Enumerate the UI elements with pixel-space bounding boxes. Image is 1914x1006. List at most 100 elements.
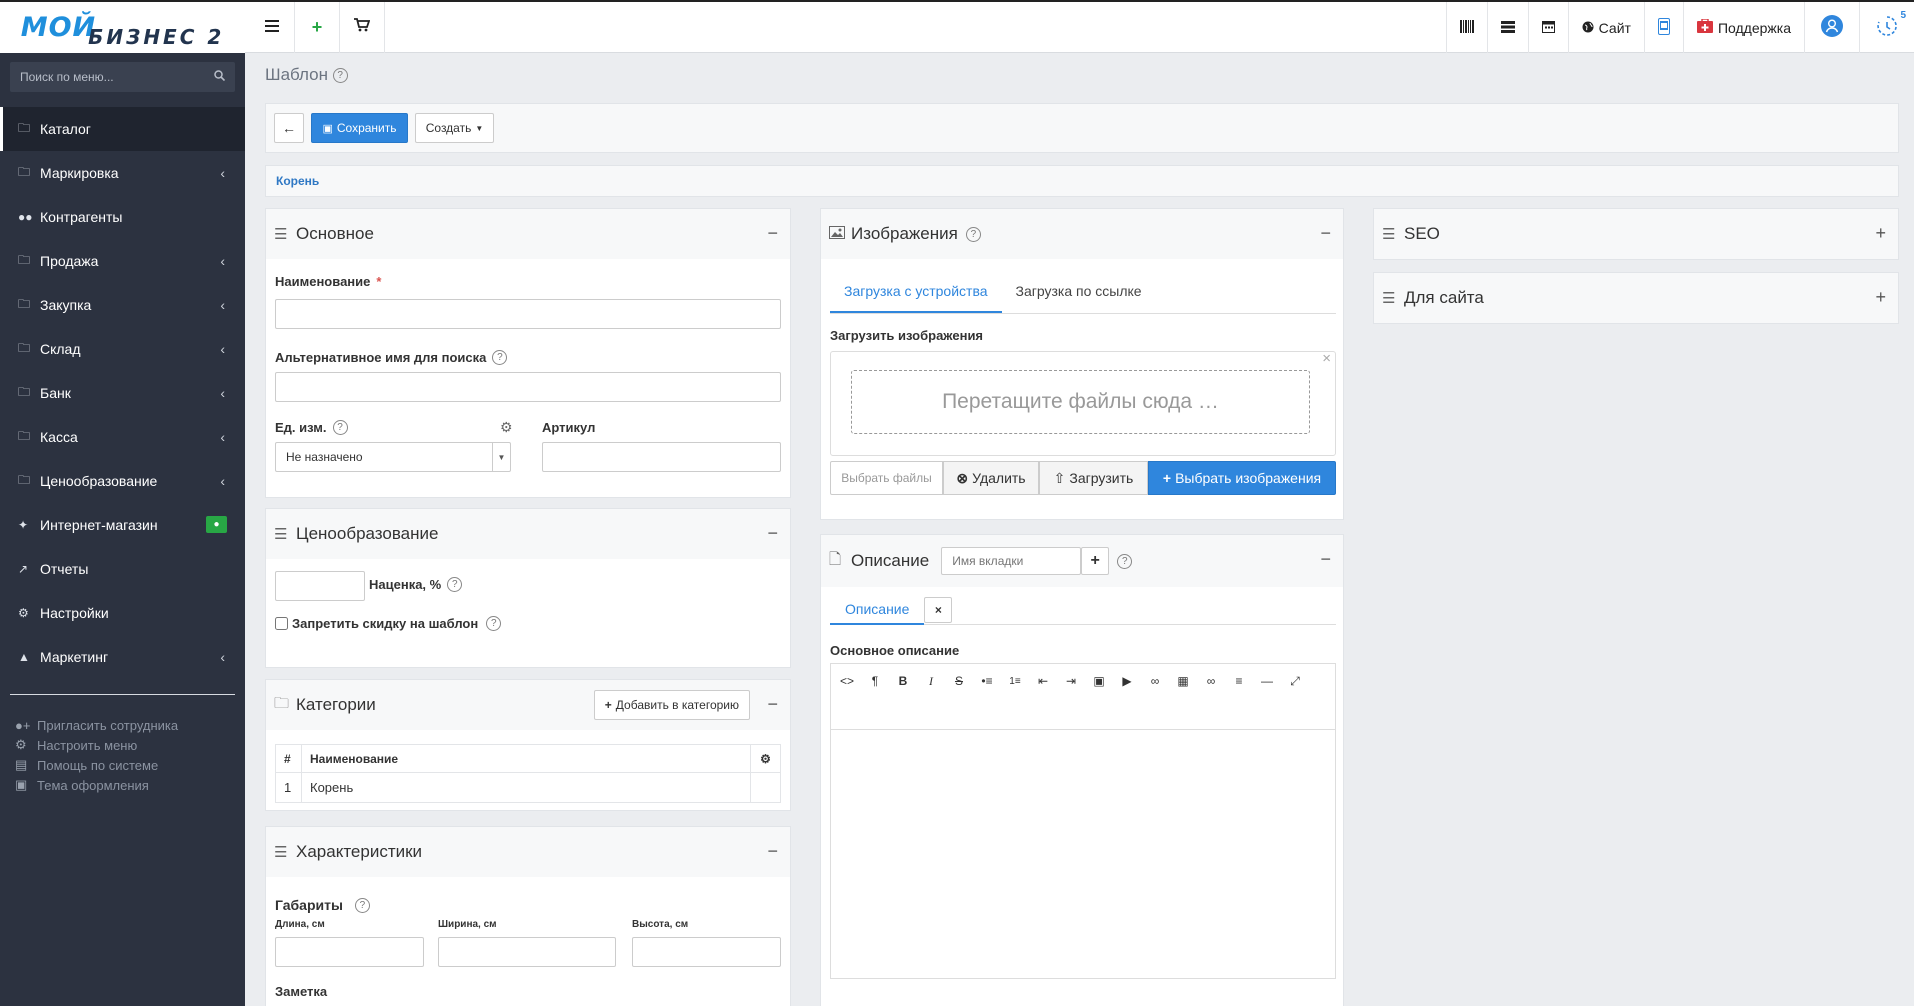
chevron-left-icon: ‹ [220, 297, 225, 313]
gear-icon[interactable]: ⚙ [750, 744, 781, 773]
table-icon[interactable]: ▦ [1169, 666, 1197, 696]
bold-icon[interactable]: B [889, 666, 917, 696]
forsite-panel-header[interactable]: ☰ Для сайта + [1374, 273, 1898, 323]
align-left-icon[interactable]: ≡ [1225, 666, 1253, 696]
no-discount-checkbox[interactable] [275, 617, 288, 630]
phone-button[interactable] [1643, 2, 1683, 53]
user-button[interactable] [1804, 2, 1859, 53]
collapse-icon[interactable]: − [767, 694, 778, 715]
help-icon[interactable]: ? [447, 577, 463, 592]
unordered-list-icon[interactable]: •≡ [973, 666, 1001, 696]
sidebar-item-marketing[interactable]: ▲ Маркетинг ‹ [0, 635, 245, 679]
sidebar-item-label: Отчеты [40, 561, 89, 577]
choose-files-button[interactable]: Выбрать файлы [830, 461, 943, 495]
code-view-icon[interactable]: <> [833, 666, 861, 696]
help-icon[interactable]: ? [354, 897, 370, 913]
select-images-button[interactable]: + Выбрать изображения [1148, 461, 1336, 495]
site-button[interactable]: Сайт [1567, 2, 1644, 53]
add-tab-button[interactable]: + [1081, 547, 1110, 575]
add-to-category-button[interactable]: + Добавить в категорию [593, 690, 750, 720]
help-icon[interactable]: ? [486, 616, 502, 631]
horizontal-rule-icon[interactable]: — [1253, 666, 1281, 696]
sidebar-item-contractors[interactable]: ●● Контрагенты [0, 195, 245, 239]
gear-icon[interactable]: ⚙ [500, 419, 513, 436]
sidebar-item-bank[interactable]: 🗀 Банк ‹ [0, 371, 245, 415]
close-icon[interactable]: × [1322, 350, 1331, 367]
upload-button[interactable]: ⇧ Загрузить [1039, 461, 1148, 495]
back-button[interactable]: ← [274, 113, 304, 143]
create-dropdown-button[interactable]: Создать ▼ [415, 113, 494, 143]
height-input[interactable] [632, 937, 781, 967]
tab-upload-link[interactable]: Загрузка по ссылке [1002, 271, 1156, 313]
tab-upload-device[interactable]: Загрузка с устройства [830, 271, 1002, 313]
insert-image-icon[interactable]: ▣ [1085, 666, 1113, 696]
sidebar-item-settings[interactable]: ⚙ Настройки [0, 591, 245, 635]
theme-link[interactable]: ▣ Тема оформления [0, 775, 245, 795]
sidebar-item-cash[interactable]: 🗀 Касса ‹ [0, 415, 245, 459]
help-icon[interactable]: ? [965, 226, 981, 242]
collapse-icon[interactable]: − [767, 841, 778, 862]
save-button[interactable]: ▣ Сохранить [311, 113, 408, 143]
table-row[interactable]: 1 Корень [275, 772, 781, 803]
alt-name-input[interactable] [275, 372, 781, 402]
help-icon[interactable]: ? [332, 420, 348, 435]
expand-icon[interactable]: + [1875, 223, 1886, 244]
collapse-icon[interactable]: − [1320, 549, 1331, 570]
editor-content[interactable] [831, 730, 1335, 978]
collapse-icon[interactable]: − [1320, 223, 1331, 244]
outdent-icon[interactable]: ⇤ [1029, 666, 1057, 696]
seo-panel-header[interactable]: ☰ SEO + [1374, 209, 1898, 259]
width-input[interactable] [438, 937, 616, 967]
breadcrumb-root[interactable]: Корень [276, 174, 319, 188]
link-icon[interactable]: ∞ [1141, 666, 1169, 696]
sidebar-item-reports[interactable]: ↗ Отчеты [0, 547, 245, 591]
barcode-button[interactable] [1445, 2, 1487, 53]
sidebar-item-purchase[interactable]: 🗀 Закупка ‹ [0, 283, 245, 327]
sidebar-item-label: Ценообразование [40, 473, 158, 489]
length-input[interactable] [275, 937, 424, 967]
sidebar-search-input[interactable]: Поиск по меню... [10, 62, 235, 92]
italic-icon[interactable]: I [917, 666, 945, 696]
sidebar-item-marking[interactable]: 🗀 Маркировка ‹ [0, 151, 245, 195]
indent-icon[interactable]: ⇥ [1057, 666, 1085, 696]
support-button[interactable]: Поддержка [1682, 2, 1804, 53]
expand-icon[interactable]: + [1875, 287, 1886, 308]
menu-toggle-button[interactable] [250, 2, 295, 53]
unit-select[interactable]: Не назначено ▼ [275, 442, 511, 472]
upload-actions: Выбрать файлы ⊗ Удалить ⇧ Загрузить + Вы… [830, 461, 1336, 495]
tab-description[interactable]: Описание [830, 595, 925, 625]
name-input[interactable] [275, 299, 781, 329]
insert-video-icon[interactable]: ▶ [1113, 666, 1141, 696]
sidebar-item-pricing[interactable]: 🗀 Ценообразование ‹ [0, 459, 245, 503]
sku-input[interactable] [542, 442, 781, 472]
add-button[interactable]: + [295, 2, 340, 53]
collapse-icon[interactable]: − [767, 523, 778, 544]
dropzone[interactable]: Перетащите файлы сюда … [851, 370, 1310, 434]
help-link[interactable]: ▤ Помощь по системе [0, 755, 245, 775]
close-tab-button[interactable]: × [924, 596, 953, 623]
gear-icon: ⚙ [18, 606, 29, 620]
tab-name-input[interactable] [941, 547, 1082, 575]
help-icon[interactable]: ? [332, 68, 348, 84]
delete-button[interactable]: ⊗ Удалить [943, 461, 1039, 495]
fullscreen-icon[interactable]: ⤢ [1281, 666, 1309, 696]
configure-menu-link[interactable]: ⚙ Настроить меню [0, 735, 245, 755]
markup-input[interactable] [275, 571, 365, 601]
help-icon[interactable]: ? [1117, 553, 1133, 569]
paragraph-icon[interactable]: ¶ [861, 666, 889, 696]
ordered-list-icon[interactable]: 1≡ [1001, 666, 1029, 696]
logo[interactable]: МОЙ БИЗНЕС 2 [0, 2, 245, 53]
collapse-icon[interactable]: − [767, 223, 778, 244]
sidebar-item-catalog[interactable]: 🗀 Каталог [0, 107, 245, 151]
invite-employee-link[interactable]: ●+ Пригласить сотрудника [0, 715, 245, 735]
sidebar-item-eshop[interactable]: ✦ Интернет-магазин ● [0, 503, 245, 547]
sidebar-item-warehouse[interactable]: 🗀 Склад ‹ [0, 327, 245, 371]
unlink-icon[interactable]: ∞ [1197, 666, 1225, 696]
calendar-button[interactable] [1527, 2, 1568, 53]
sidebar-item-sales[interactable]: 🗀 Продажа ‹ [0, 239, 245, 283]
notifications-button[interactable]: 5 [1859, 2, 1914, 53]
server-button[interactable] [1486, 2, 1528, 53]
strikethrough-icon[interactable]: S [945, 666, 973, 696]
cart-button[interactable] [340, 2, 385, 53]
help-icon[interactable]: ? [492, 350, 508, 365]
